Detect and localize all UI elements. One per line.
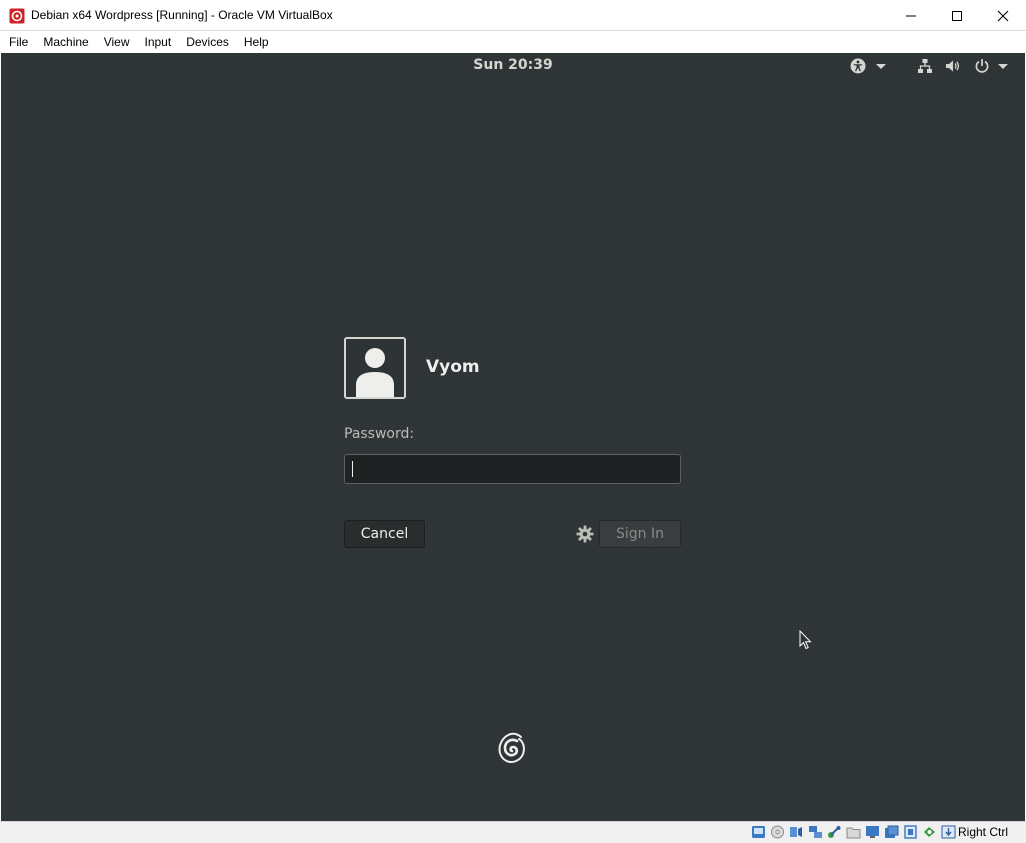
- hard-disk-icon[interactable]: [751, 825, 766, 839]
- debian-swirl-icon: [498, 732, 525, 763]
- close-button[interactable]: [980, 0, 1026, 31]
- accessibility-icon: [850, 58, 866, 74]
- gear-icon[interactable]: [576, 525, 594, 543]
- system-menu[interactable]: [917, 58, 1008, 74]
- network-icon[interactable]: [808, 825, 823, 839]
- chevron-down-icon: [998, 64, 1008, 69]
- chevron-down-icon: [876, 64, 886, 69]
- sign-in-button[interactable]: Sign In: [599, 520, 681, 548]
- status-bar: Right Ctrl: [0, 821, 1026, 843]
- password-field[interactable]: [344, 454, 681, 484]
- menu-input[interactable]: Input: [139, 31, 178, 53]
- cancel-button[interactable]: Cancel: [344, 520, 425, 548]
- text-caret: [352, 461, 353, 477]
- usb-icon[interactable]: [827, 825, 842, 839]
- volume-icon: [946, 60, 960, 72]
- video-capture-icon[interactable]: [884, 825, 899, 839]
- optical-drive-icon[interactable]: [770, 825, 785, 839]
- maximize-icon: [952, 10, 962, 21]
- power-icon: [975, 59, 989, 73]
- mouse-pointer-icon: [799, 630, 812, 650]
- audio-icon[interactable]: [789, 825, 804, 839]
- minimize-button[interactable]: [888, 0, 934, 31]
- cpu-icon[interactable]: [903, 825, 918, 839]
- user-icon: [346, 339, 404, 397]
- menu-machine[interactable]: Machine: [37, 31, 94, 53]
- menu-file[interactable]: File: [3, 31, 34, 53]
- window-title-bar[interactable]: Debian x64 Wordpress [Running] - Oracle …: [0, 0, 1026, 31]
- minimize-icon: [906, 15, 916, 16]
- vm-display[interactable]: Sun 20:39 Vyom Password: Cancel Sign In: [1, 53, 1025, 821]
- user-avatar: [344, 337, 406, 399]
- close-icon: [997, 10, 1009, 21]
- keyboard-icon[interactable]: [941, 825, 956, 839]
- menu-help[interactable]: Help: [238, 31, 275, 53]
- accessibility-menu[interactable]: [850, 58, 886, 74]
- shared-folders-icon[interactable]: [846, 825, 861, 839]
- virtualbox-icon: [9, 8, 25, 24]
- mouse-integration-icon[interactable]: [922, 825, 937, 839]
- menu-bar: File Machine View Input Devices Help: [0, 31, 1026, 53]
- display-icon[interactable]: [865, 825, 880, 839]
- menu-devices[interactable]: Devices: [180, 31, 235, 53]
- password-label: Password:: [344, 426, 415, 442]
- maximize-button[interactable]: [934, 0, 980, 31]
- user-name: Vyom: [426, 357, 480, 377]
- host-key-label: Right Ctrl: [958, 825, 1009, 839]
- window-title: Debian x64 Wordpress [Running] - Oracle …: [31, 8, 333, 22]
- network-icon: [918, 59, 932, 73]
- menu-view[interactable]: View: [98, 31, 136, 53]
